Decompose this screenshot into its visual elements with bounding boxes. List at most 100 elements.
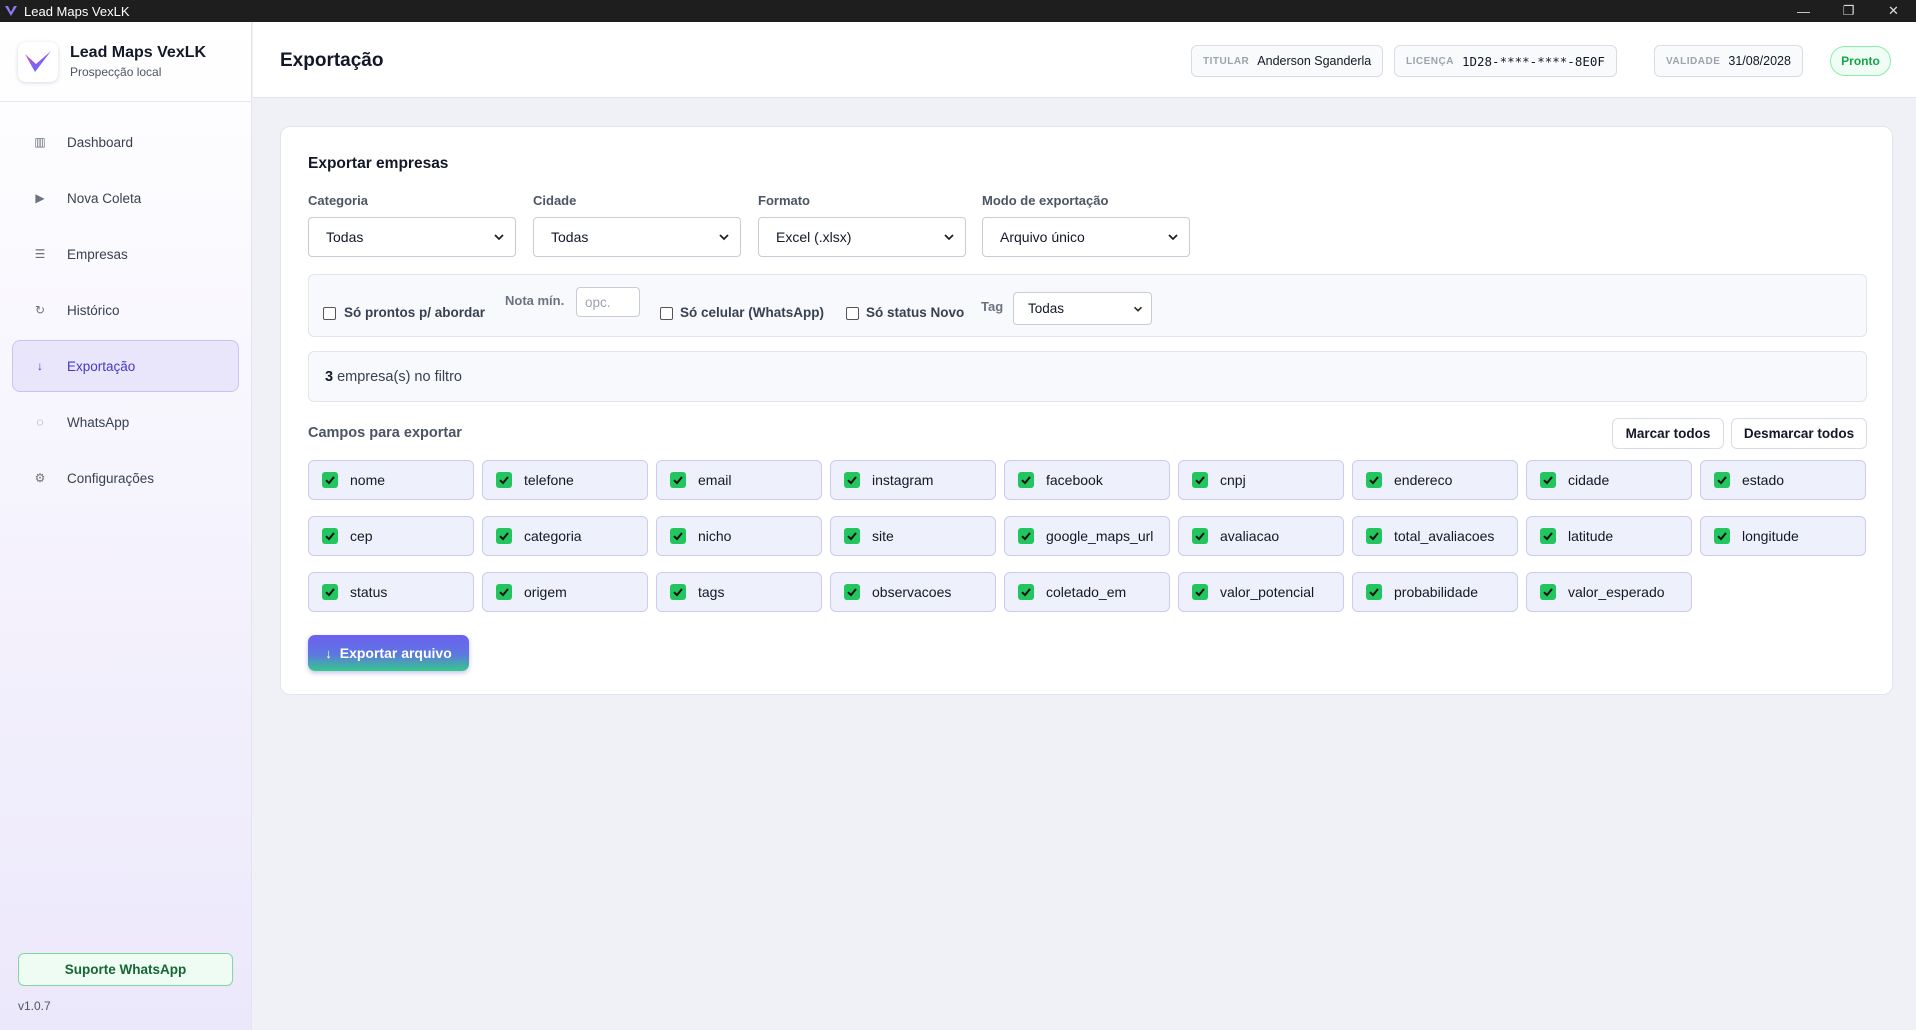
- sidebar-item-configuracoes[interactable]: ⚙ Configurações: [12, 452, 239, 504]
- field-chip-total-avaliacoes[interactable]: total_avaliacoes: [1352, 516, 1518, 556]
- titular-pill: TITULAR Anderson Sganderla: [1191, 45, 1384, 77]
- field-chip-nome[interactable]: nome: [308, 460, 474, 500]
- field-chip-observacoes[interactable]: observacoes: [830, 572, 996, 612]
- cidade-select[interactable]: Todas: [533, 217, 741, 257]
- field-chip-label: longitude: [1742, 528, 1799, 544]
- checkbox-checked-icon[interactable]: [844, 584, 860, 600]
- brand-logo-icon: [18, 41, 58, 82]
- chevron-down-icon: [494, 234, 504, 241]
- app-version: v1.0.7: [18, 999, 51, 1013]
- sidebar-nav: ▥ Dashboard ▶ Nova Coleta ☰ Empresas ↻ H…: [0, 102, 251, 504]
- status-novo-checkbox[interactable]: [846, 307, 859, 320]
- minimize-button[interactable]: —: [1781, 0, 1826, 22]
- support-whatsapp-button[interactable]: Suporte WhatsApp: [18, 953, 233, 986]
- sidebar-item-whatsapp[interactable]: ◌ WhatsApp: [12, 396, 239, 448]
- formato-select[interactable]: Excel (.xlsx): [758, 217, 966, 257]
- celular-checkbox[interactable]: [660, 307, 673, 320]
- field-chip-label: status: [350, 584, 388, 600]
- checkbox-checked-icon[interactable]: [1018, 584, 1034, 600]
- checkbox-checked-icon[interactable]: [670, 528, 686, 544]
- checkbox-checked-icon[interactable]: [1366, 528, 1382, 544]
- close-button[interactable]: ✕: [1871, 0, 1916, 22]
- field-chip-cidade[interactable]: cidade: [1526, 460, 1692, 500]
- checkbox-checked-icon[interactable]: [1714, 528, 1730, 544]
- checkbox-checked-icon[interactable]: [670, 584, 686, 600]
- field-chip-site[interactable]: site: [830, 516, 996, 556]
- checkbox-checked-icon[interactable]: [1192, 528, 1208, 544]
- field-chip-endereco[interactable]: endereco: [1352, 460, 1518, 500]
- modo-label: Modo de exportação: [982, 193, 1109, 208]
- checkbox-checked-icon[interactable]: [1018, 528, 1034, 544]
- field-chip-facebook[interactable]: facebook: [1004, 460, 1170, 500]
- prontos-checkbox[interactable]: [323, 307, 336, 320]
- checkbox-checked-icon[interactable]: [322, 472, 338, 488]
- sidebar-item-nova-coleta[interactable]: ▶ Nova Coleta: [12, 172, 239, 224]
- field-chip-categoria[interactable]: categoria: [482, 516, 648, 556]
- nota-min-input[interactable]: opc.: [576, 287, 640, 317]
- licenca-pill: LICENÇA 1D28-****-****-8E0F: [1394, 45, 1617, 77]
- fields-title: Campos para exportar: [308, 425, 462, 441]
- sidebar-item-dashboard[interactable]: ▥ Dashboard: [12, 116, 239, 168]
- field-chip-label: categoria: [524, 528, 582, 544]
- sidebar-item-exportacao[interactable]: ↓ Exportação: [12, 340, 239, 392]
- field-chip-valor-esperado[interactable]: valor_esperado: [1526, 572, 1692, 612]
- field-chip-label: valor_potencial: [1220, 584, 1315, 600]
- tag-value: Todas: [1028, 301, 1065, 316]
- tag-select[interactable]: Todas: [1013, 292, 1152, 325]
- field-chip-tags[interactable]: tags: [656, 572, 822, 612]
- field-chip-avaliacao[interactable]: avaliacao: [1178, 516, 1344, 556]
- categoria-select[interactable]: Todas: [308, 217, 516, 257]
- export-file-button[interactable]: ↓ Exportar arquivo: [308, 635, 469, 671]
- download-arrow-icon: ↓: [37, 359, 43, 373]
- list-icon: ☰: [34, 247, 46, 261]
- field-chip-nicho[interactable]: nicho: [656, 516, 822, 556]
- field-chip-label: probabilidade: [1394, 584, 1479, 600]
- unmark-all-button[interactable]: Desmarcar todos: [1731, 418, 1867, 449]
- checkbox-checked-icon[interactable]: [1018, 472, 1034, 488]
- page-header: Exportação TITULAR Anderson Sganderla LI…: [253, 22, 1916, 98]
- checkbox-checked-icon[interactable]: [322, 584, 338, 600]
- checkbox-checked-icon[interactable]: [1540, 528, 1556, 544]
- checkbox-checked-icon[interactable]: [1366, 584, 1382, 600]
- field-chip-cnpj[interactable]: cnpj: [1178, 460, 1344, 500]
- checkbox-checked-icon[interactable]: [1192, 584, 1208, 600]
- checkbox-checked-icon[interactable]: [496, 528, 512, 544]
- field-chip-telefone[interactable]: telefone: [482, 460, 648, 500]
- field-chip-estado[interactable]: estado: [1700, 460, 1866, 500]
- field-chip-google-maps-url[interactable]: google_maps_url: [1004, 516, 1170, 556]
- field-chip-coletado-em[interactable]: coletado_em: [1004, 572, 1170, 612]
- field-chip-probabilidade[interactable]: probabilidade: [1352, 572, 1518, 612]
- chevron-down-icon: [1134, 306, 1142, 312]
- field-chip-valor-potencial[interactable]: valor_potencial: [1178, 572, 1344, 612]
- chevron-down-icon: [1168, 234, 1178, 241]
- mark-all-button[interactable]: Marcar todos: [1612, 418, 1724, 449]
- field-chip-latitude[interactable]: latitude: [1526, 516, 1692, 556]
- field-chip-email[interactable]: email: [656, 460, 822, 500]
- checkbox-checked-icon[interactable]: [496, 472, 512, 488]
- history-icon: ↻: [34, 303, 46, 317]
- field-chip-cep[interactable]: cep: [308, 516, 474, 556]
- field-chip-origem[interactable]: origem: [482, 572, 648, 612]
- checkbox-checked-icon[interactable]: [1540, 472, 1556, 488]
- cidade-value: Todas: [551, 229, 589, 245]
- checkbox-checked-icon[interactable]: [1192, 472, 1208, 488]
- field-chip-label: instagram: [872, 472, 934, 488]
- checkbox-checked-icon[interactable]: [844, 472, 860, 488]
- checkbox-checked-icon[interactable]: [322, 528, 338, 544]
- field-chip-status[interactable]: status: [308, 572, 474, 612]
- field-chip-label: latitude: [1568, 528, 1614, 544]
- checkbox-checked-icon[interactable]: [496, 584, 512, 600]
- dashboard-icon: ▥: [34, 135, 46, 149]
- checkbox-checked-icon[interactable]: [1366, 472, 1382, 488]
- checkbox-checked-icon[interactable]: [844, 528, 860, 544]
- restore-button[interactable]: ❐: [1826, 0, 1871, 22]
- checkbox-checked-icon[interactable]: [1714, 472, 1730, 488]
- formato-value: Excel (.xlsx): [776, 229, 852, 245]
- checkbox-checked-icon[interactable]: [670, 472, 686, 488]
- modo-select[interactable]: Arquivo único: [982, 217, 1190, 257]
- sidebar-item-empresas[interactable]: ☰ Empresas: [12, 228, 239, 280]
- sidebar-item-historico[interactable]: ↻ Histórico: [12, 284, 239, 336]
- checkbox-checked-icon[interactable]: [1540, 584, 1556, 600]
- field-chip-instagram[interactable]: instagram: [830, 460, 996, 500]
- field-chip-longitude[interactable]: longitude: [1700, 516, 1866, 556]
